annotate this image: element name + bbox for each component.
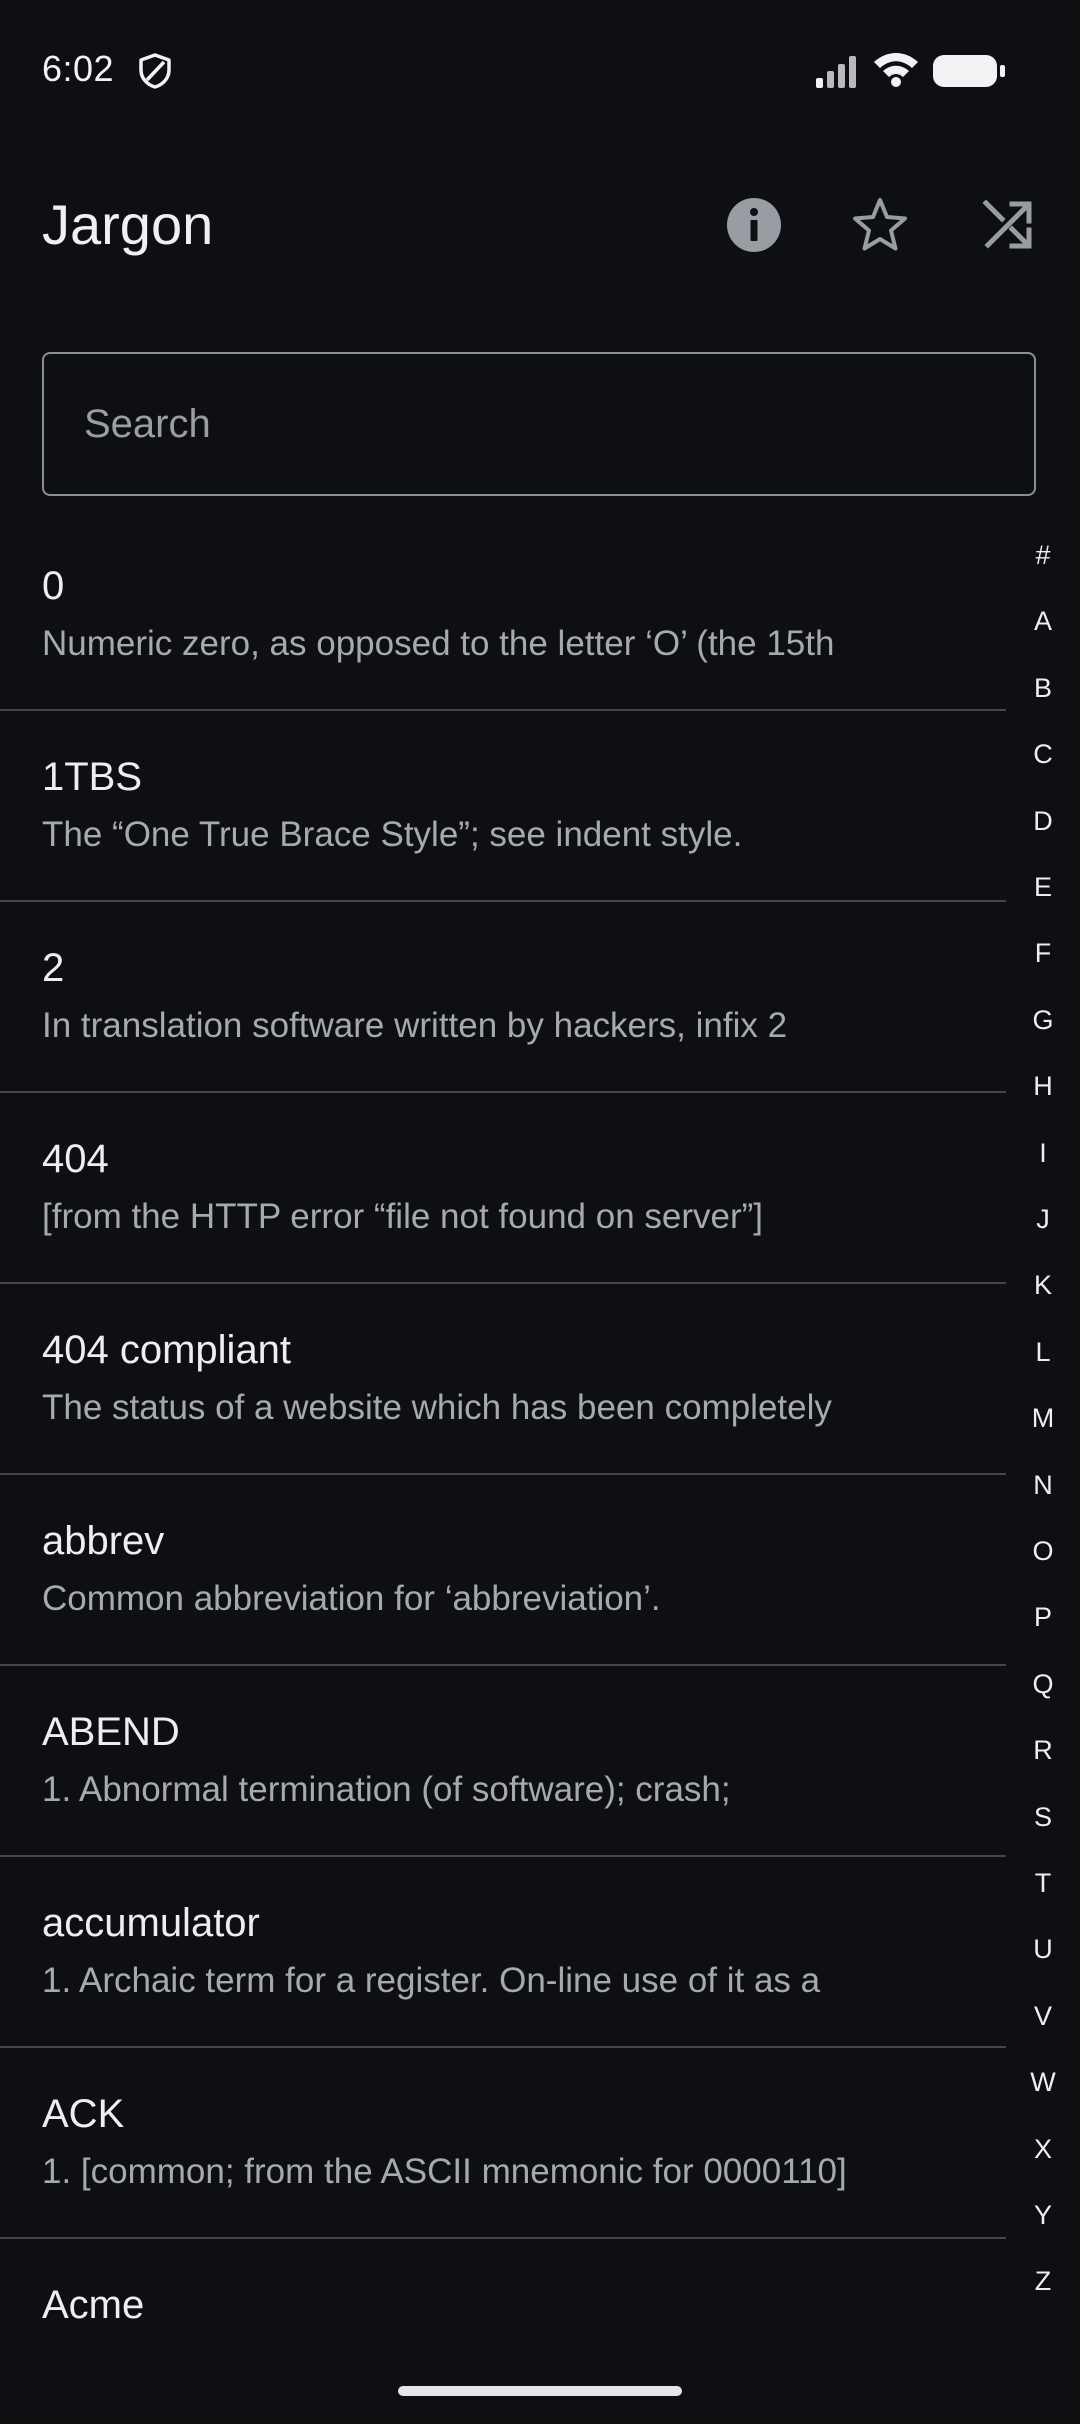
app-bar: Jargon — [0, 170, 1080, 286]
alphabet-index-letter[interactable]: P — [1006, 1602, 1080, 1633]
entry-definition: 1. Abnormal termination (of software); c… — [42, 1770, 731, 1809]
list-item[interactable]: accumulator 1. Archaic term for a regist… — [0, 1857, 1006, 2048]
alphabet-index-letter[interactable]: S — [1006, 1802, 1080, 1833]
alphabet-index-letter[interactable]: H — [1006, 1071, 1080, 1102]
alphabet-index-letter[interactable]: B — [1006, 673, 1080, 704]
list-item[interactable]: 1TBS The “One True Brace Style”; see ind… — [0, 711, 1006, 902]
alphabet-index-letter[interactable]: R — [1006, 1735, 1080, 1766]
alphabet-index-letter[interactable]: K — [1006, 1270, 1080, 1301]
alphabet-index-letter[interactable]: E — [1006, 872, 1080, 903]
alphabet-index-letter[interactable]: U — [1006, 1934, 1080, 1965]
alphabet-index-letter[interactable]: Q — [1006, 1669, 1080, 1700]
alphabet-index-letter[interactable]: F — [1006, 938, 1080, 969]
entry-list[interactable]: 0 Numeric zero, as opposed to the letter… — [0, 520, 1006, 2360]
alphabet-index-letter[interactable]: A — [1006, 606, 1080, 637]
entry-definition: [from the HTTP error “file not found on … — [42, 1197, 764, 1236]
alphabet-index-letter[interactable]: T — [1006, 1868, 1080, 1899]
app-screen: 6:02 Jargon Search 0 Numeric zero, as op… — [0, 0, 1080, 2424]
alphabet-index-letter[interactable]: Y — [1006, 2200, 1080, 2231]
alphabet-index-letter[interactable]: J — [1006, 1204, 1080, 1235]
list-item[interactable]: 404 [from the HTTP error “file not found… — [0, 1093, 1006, 1284]
list-item[interactable]: 404 compliant The status of a website wh… — [0, 1284, 1006, 1475]
entry-definition: The status of a website which has been c… — [42, 1388, 832, 1427]
alphabet-index-letter[interactable]: V — [1006, 2001, 1080, 2032]
home-indicator[interactable] — [398, 2386, 682, 2396]
search-field[interactable] — [42, 352, 1036, 496]
alphabet-index-letter[interactable]: # — [1006, 540, 1080, 571]
list-item[interactable]: ABEND 1. Abnormal termination (of softwa… — [0, 1666, 1006, 1857]
info-icon[interactable] — [724, 195, 784, 255]
alphabet-index-letter[interactable]: X — [1006, 2134, 1080, 2165]
entry-term: abbrev — [42, 1519, 165, 1563]
alphabet-index-letter[interactable]: I — [1006, 1138, 1080, 1169]
entry-term: 404 — [42, 1137, 109, 1181]
signal-icon — [814, 54, 862, 88]
entry-term: accumulator — [42, 1901, 260, 1945]
list-item[interactable]: ACK 1. [common; from the ASCII mnemonic … — [0, 2048, 1006, 2239]
wifi-icon — [872, 50, 920, 88]
entry-term: Acme — [42, 2283, 145, 2327]
entry-definition: 1. [common; from the ASCII mnemonic for … — [42, 2152, 847, 2191]
app-title: Jargon — [42, 193, 214, 256]
alphabet-index-letter[interactable]: G — [1006, 1005, 1080, 1036]
list-item[interactable]: abbrev Common abbreviation for ‘abbrevia… — [0, 1475, 1006, 1666]
entry-definition: 1. Archaic term for a register. On-line … — [42, 1961, 821, 2000]
alphabet-index-letter[interactable]: W — [1006, 2067, 1080, 2098]
list-item[interactable]: 0 Numeric zero, as opposed to the letter… — [0, 520, 1006, 711]
entry-definition: Numeric zero, as opposed to the letter ‘… — [42, 624, 835, 663]
status-time: 6:02 — [42, 48, 115, 89]
alphabet-index-letter[interactable]: M — [1006, 1403, 1080, 1434]
entry-term: 404 compliant — [42, 1328, 292, 1372]
alphabet-index-letter[interactable]: L — [1006, 1337, 1080, 1368]
entry-term: 1TBS — [42, 755, 143, 799]
alphabet-index-letter[interactable]: C — [1006, 739, 1080, 770]
alphabet-index-letter[interactable]: N — [1006, 1470, 1080, 1501]
battery-icon — [932, 54, 1008, 88]
shield-icon — [138, 53, 172, 89]
alphabet-index[interactable]: # A B C D E F G H I J K L M N O P Q R S T U V W X Y Z — [1006, 540, 1080, 2340]
entry-term: ACK — [42, 2092, 125, 2136]
alphabet-index-letter[interactable]: Z — [1006, 2266, 1080, 2297]
star-icon[interactable] — [850, 195, 910, 255]
alphabet-index-letter[interactable]: O — [1006, 1536, 1080, 1567]
list-item[interactable]: 2 In translation software written by hac… — [0, 902, 1006, 1093]
entry-definition: Common abbreviation for ‘abbreviation’. — [42, 1579, 661, 1618]
entry-definition: In translation software written by hacke… — [42, 1006, 788, 1045]
entry-definition: The “One True Brace Style”; see indent s… — [42, 815, 743, 854]
entry-term: 2 — [42, 946, 65, 990]
entry-term: ABEND — [42, 1710, 180, 1754]
list-item[interactable]: Acme — [0, 2239, 1006, 2360]
entry-term: 0 — [42, 564, 65, 608]
shuffle-icon[interactable] — [978, 195, 1038, 255]
search-input[interactable] — [84, 354, 984, 494]
status-bar: 6:02 — [0, 0, 1080, 140]
alphabet-index-letter[interactable]: D — [1006, 806, 1080, 837]
